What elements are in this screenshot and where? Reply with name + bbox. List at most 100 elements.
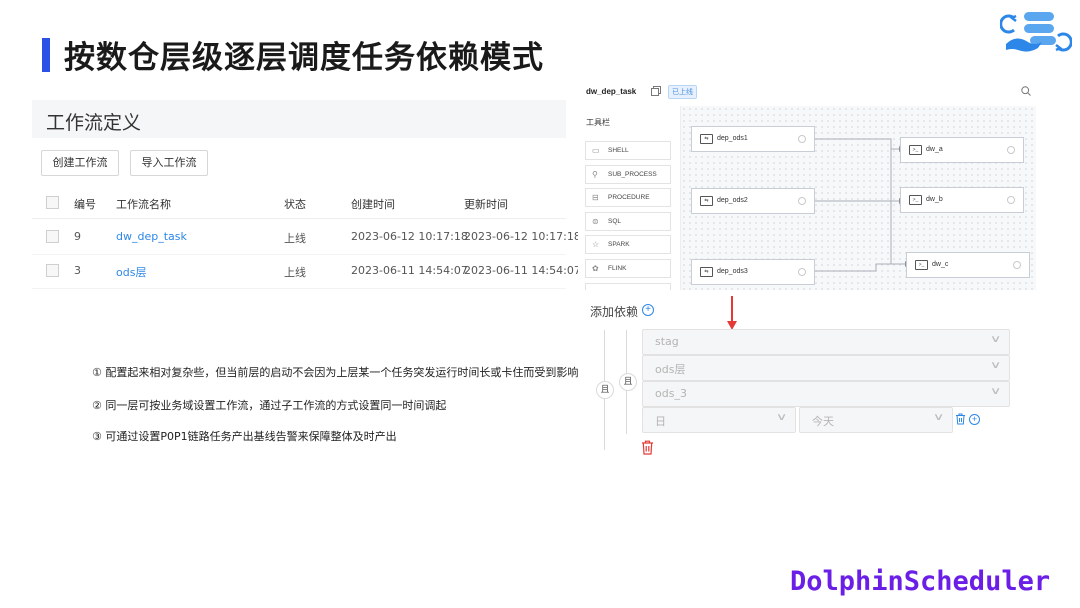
note-item: ① 配置起来相对复杂些，但当前层的启动不会因为上层某一个任务突发运行时间长或卡住…: [92, 366, 579, 379]
workflow-name-link[interactable]: ods层: [116, 264, 146, 280]
status-badge: 已上线: [668, 85, 697, 99]
shell-icon: >_: [909, 195, 922, 205]
chevron-down-icon: ∨: [932, 412, 945, 423]
workflow-select[interactable]: ods层 ∨: [642, 355, 1010, 381]
select-value: 日: [655, 415, 666, 428]
workflow-updated-time: 2023-06-12 10:17:18: [464, 230, 581, 243]
dag-node-dep-ods2[interactable]: ⇆ dep_ods2: [691, 188, 815, 214]
select-value: stag: [655, 335, 679, 348]
dag-node-dw-b[interactable]: >_ dw_b: [900, 187, 1024, 213]
and-relation-outer[interactable]: 且: [596, 381, 614, 399]
node-status-circle: [1007, 196, 1015, 204]
select-value: 今天: [812, 415, 834, 428]
date-select[interactable]: 今天 ∨: [799, 407, 953, 433]
shell-icon: >_: [915, 260, 928, 270]
dag-workflow-name: dw_dep_task: [586, 87, 637, 96]
tool-label: SPARK: [608, 241, 630, 248]
dag-toolbar: [578, 78, 1036, 107]
node-status-circle: [1013, 261, 1021, 269]
task-select[interactable]: ods_3 ∨: [642, 381, 1010, 407]
column-header: 工作流名称: [116, 198, 171, 211]
cycle-select[interactable]: 日 ∨: [642, 407, 796, 433]
node-label: dw_a: [926, 146, 943, 153]
and-relation-inner[interactable]: 且: [619, 373, 637, 391]
chevron-down-icon: ∨: [989, 360, 1002, 371]
select-value: ods层: [655, 363, 686, 376]
node-status-circle: [1007, 146, 1015, 154]
shell-icon: ▭: [592, 146, 600, 155]
select-all-checkbox[interactable]: [46, 196, 59, 209]
add-dependency-plus-icon[interactable]: +: [642, 304, 654, 316]
spark-icon: ☆: [592, 240, 600, 249]
tool-procedure[interactable]: ⊟ PROCEDURE: [585, 188, 671, 207]
copy-icon[interactable]: [651, 86, 661, 96]
slide-title: 按数仓层级逐层调度任务依赖模式: [64, 40, 544, 76]
chevron-down-icon: ∨: [989, 334, 1002, 345]
chevron-down-icon: ∨: [989, 386, 1002, 397]
title-accent-bar: [42, 38, 50, 72]
dag-node-dw-c[interactable]: >_ dw_c: [906, 252, 1030, 278]
note-item: ③ 可通过设置P0P1链路任务产出基线告警来保障整体及时产出: [92, 430, 397, 443]
row-checkbox[interactable]: [46, 230, 59, 243]
tool-label: PROCEDURE: [608, 194, 650, 201]
dependent-icon: ⇆: [700, 267, 713, 277]
import-workflow-button[interactable]: 导入工作流: [130, 150, 208, 176]
tool-sub-process[interactable]: ⚲ SUB_PROCESS: [585, 165, 671, 184]
dag-node-dep-ods1[interactable]: ⇆ dep_ods1: [691, 126, 815, 152]
node-label: dw_b: [926, 196, 943, 203]
red-down-arrow-icon: [727, 296, 737, 330]
dag-node-dep-ods3[interactable]: ⇆ dep_ods3: [691, 259, 815, 285]
tool-shell[interactable]: ▭ SHELL: [585, 141, 671, 160]
dependent-icon: ⇆: [700, 196, 713, 206]
tool-spark[interactable]: ☆ SPARK: [585, 235, 671, 254]
delete-dependency-icon[interactable]: [641, 440, 654, 455]
workflow-status: 上线: [284, 266, 306, 279]
workflow-id: 3: [74, 264, 81, 277]
select-value: ods_3: [655, 387, 687, 400]
delete-icon[interactable]: [955, 413, 966, 425]
tool-sql[interactable]: ⊜ SQL: [585, 212, 671, 231]
table-row: 9 dw_dep_task 上线 2023-06-12 10:17:18 202…: [32, 220, 581, 255]
node-label: dep_ods3: [717, 268, 748, 275]
dolphinscheduler-logo-icon: [1000, 12, 1072, 52]
column-header: 更新时间: [464, 198, 508, 211]
tool-more[interactable]: [585, 283, 671, 290]
dag-canvas[interactable]: ⇆ dep_ods1 ⇆ dep_ods2 ⇆ dep_ods3 >_ dw_a…: [681, 106, 1036, 290]
tool-label: FLINK: [608, 265, 627, 272]
workflow-updated-time: 2023-06-11 14:54:07: [464, 264, 581, 277]
workflow-created-time: 2023-06-12 10:17:18: [351, 230, 468, 243]
node-label: dw_c: [932, 261, 949, 268]
toolbox-panel: 工具栏 ▭ SHELL ⚲ SUB_PROCESS ⊟ PROCEDURE ⊜ …: [578, 106, 681, 290]
workflow-name-link[interactable]: dw_dep_task: [116, 230, 187, 243]
node-status-circle: [798, 268, 806, 276]
workflow-table-header: 编号 工作流名称 状态 创建时间 更新时间: [32, 188, 566, 219]
workflow-created-time: 2023-06-11 14:54:07: [351, 264, 468, 277]
node-label: dep_ods2: [717, 197, 748, 204]
brand-wordmark: DolphinScheduler: [790, 566, 1051, 597]
shell-icon: >_: [909, 145, 922, 155]
create-workflow-button[interactable]: 创建工作流: [41, 150, 119, 176]
sub-process-icon: ⚲: [592, 170, 598, 179]
sql-icon: ⊜: [592, 217, 599, 226]
add-condition-plus-icon[interactable]: +: [969, 414, 980, 425]
project-select[interactable]: stag ∨: [642, 329, 1010, 355]
tool-label: SUB_PROCESS: [608, 171, 657, 178]
table-row: 3 ods层 上线 2023-06-11 14:54:07 2023-06-11…: [32, 254, 581, 289]
tool-label: SHELL: [608, 147, 629, 154]
column-header: 状态: [284, 198, 306, 211]
dag-node-dw-a[interactable]: >_ dw_a: [900, 137, 1024, 163]
dependent-icon: ⇆: [700, 134, 713, 144]
note-item: ② 同一层可按业务域设置工作流，通过子工作流的方式设置同一时间调起: [92, 399, 447, 412]
tool-label: SQL: [608, 218, 622, 225]
row-checkbox[interactable]: [46, 264, 59, 277]
tool-flink[interactable]: ✿ FLINK: [585, 259, 671, 278]
chevron-down-icon: ∨: [775, 412, 788, 423]
search-icon[interactable]: [1021, 86, 1031, 96]
column-header: 编号: [74, 198, 96, 211]
workflow-status: 上线: [284, 232, 306, 245]
toolbox-title: 工具栏: [586, 118, 610, 127]
flink-icon: ✿: [592, 264, 599, 273]
node-status-circle: [798, 135, 806, 143]
add-dependency-title: 添加依赖: [590, 305, 639, 319]
column-header: 创建时间: [351, 198, 395, 211]
